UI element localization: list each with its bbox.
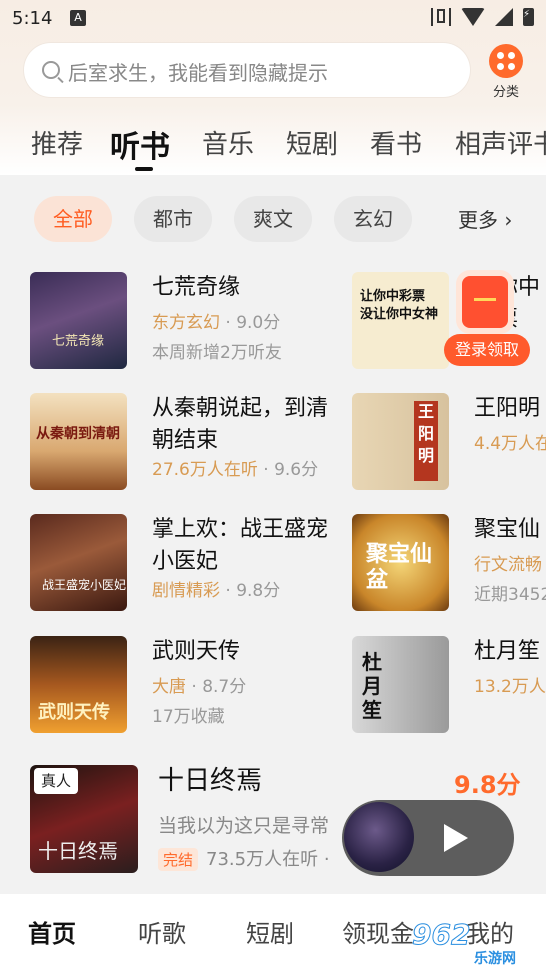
book-cover: 武则天传 <box>30 636 127 733</box>
book-score: 9.8分 <box>454 771 521 799</box>
book-meta: 27.6万人在听 · 9.6分 <box>152 460 319 480</box>
chip-all[interactable]: 全部 <box>34 196 112 242</box>
vibrate-icon <box>431 8 451 26</box>
book-cover: 战王盛宠小医妃 <box>30 514 127 611</box>
category-button[interactable]: 分类 <box>485 44 527 100</box>
book-extra: 17万收藏 <box>152 707 225 727</box>
chip-shuangwen[interactable]: 爽文 <box>234 196 312 242</box>
promo-label: 登录领取 <box>444 334 530 366</box>
book-title: 杜月笙 <box>474 639 541 664</box>
book-title: 十日终焉 <box>158 766 263 796</box>
book-extra: 本周新增2万听友 <box>152 343 282 363</box>
book-cover: 聚宝仙盆 <box>352 514 449 611</box>
book-title: 掌上欢：战王盛宠小医妃 <box>152 517 329 574</box>
book-cover: 七荒奇缘 <box>30 272 127 369</box>
site-watermark: 962 乐游网 <box>411 918 542 968</box>
book-card[interactable]: 聚宝仙盆 聚宝仙 行文流畅 近期3452 <box>352 514 546 624</box>
top-tabs: 推荐 听书 音乐 短剧 看书 相声评书 <box>0 120 546 168</box>
book-cover: 让你中彩票 没让你中女神 <box>352 272 449 369</box>
nav-short-drama[interactable]: 短剧 <box>246 914 294 949</box>
book-cover: 从秦朝到清朝 <box>30 393 127 490</box>
book-card[interactable]: 杜月笙 杜月笙 13.2万人 <box>352 636 546 746</box>
book-meta: 东方玄幻 · 9.0分 <box>152 313 281 333</box>
book-title: 从秦朝说起，到清朝结束 <box>152 396 329 453</box>
search-placeholder: 后室求生，我能看到隐藏提示 <box>68 61 328 85</box>
book-cover: 杜月笙 <box>352 636 449 733</box>
book-card[interactable]: 武则天传 武则天传 大唐 · 8.7分 17万收藏 <box>30 636 350 746</box>
chip-urban[interactable]: 都市 <box>134 196 212 242</box>
book-card[interactable]: 七荒奇缘 七荒奇缘 东方玄幻 · 9.0分 本周新增2万听友 <box>30 272 350 382</box>
search-bar[interactable]: 后室求生，我能看到隐藏提示 <box>24 43 470 97</box>
nav-home[interactable]: 首页 <box>28 914 76 949</box>
more-button[interactable]: 更多 › <box>458 204 512 233</box>
book-cover: 王阳明 <box>352 393 449 490</box>
book-desc: 当我以为这只是寻常 <box>158 815 330 837</box>
nav-listen-songs[interactable]: 听歌 <box>138 914 186 949</box>
player-cover <box>344 802 414 872</box>
book-meta: 13.2万人 <box>474 677 546 697</box>
book-meta: 行文流畅 <box>474 555 542 575</box>
book-meta: 4.4万人在 <box>474 434 546 454</box>
login-reward-promo[interactable]: 登录领取 <box>444 268 530 366</box>
watermark-text: 乐游网 <box>474 951 516 967</box>
signal-icon <box>495 8 513 26</box>
book-card[interactable]: 王阳明 王阳明 4.4万人在 <box>352 393 546 503</box>
tab-recommend[interactable]: 推荐 <box>31 124 83 161</box>
battery-icon <box>523 8 534 26</box>
book-card[interactable]: 从秦朝到清朝 从秦朝说起，到清朝结束 27.6万人在听 · 9.6分 <box>30 393 350 503</box>
watermark-logo: 962 <box>411 918 471 952</box>
book-title: 七荒奇缘 <box>152 275 241 300</box>
book-card[interactable]: 战王盛宠小医妃 掌上欢：战王盛宠小医妃 剧情精彩 · 9.8分 <box>30 514 350 624</box>
book-status: 完结 73.5万人在听 · <box>158 845 330 871</box>
notification-icon: A <box>70 10 86 26</box>
tab-short-drama[interactable]: 短剧 <box>286 124 338 161</box>
real-voice-badge: 真人 <box>34 768 78 794</box>
active-tab-indicator <box>135 167 153 171</box>
filter-chips: 全部 都市 爽文 玄幻 更多 › <box>0 196 546 242</box>
nav-earn-cash[interactable]: 领现金 <box>342 914 414 949</box>
wifi-icon <box>461 8 485 26</box>
book-title: 王阳明 <box>474 396 541 421</box>
status-bar: 5:14 A <box>0 0 546 36</box>
mini-player[interactable] <box>342 800 514 876</box>
book-extra: 近期3452 <box>474 585 546 605</box>
tab-music[interactable]: 音乐 <box>202 124 254 161</box>
chip-fantasy[interactable]: 玄幻 <box>334 196 412 242</box>
book-meta: 剧情精彩 · 9.8分 <box>152 581 281 601</box>
play-icon[interactable] <box>444 824 468 852</box>
status-time: 5:14 <box>12 8 53 29</box>
grid-icon <box>489 44 523 78</box>
tab-reading[interactable]: 看书 <box>370 124 422 161</box>
tab-crosstalk[interactable]: 相声评书 <box>455 124 546 161</box>
book-meta: 大唐 · 8.7分 <box>152 677 247 697</box>
red-envelope-icon <box>462 276 508 328</box>
book-title: 聚宝仙 <box>474 517 541 542</box>
book-title: 武则天传 <box>152 639 241 664</box>
search-icon <box>42 61 60 79</box>
category-label: 分类 <box>492 85 519 100</box>
tab-audiobook[interactable]: 听书 <box>110 122 170 166</box>
